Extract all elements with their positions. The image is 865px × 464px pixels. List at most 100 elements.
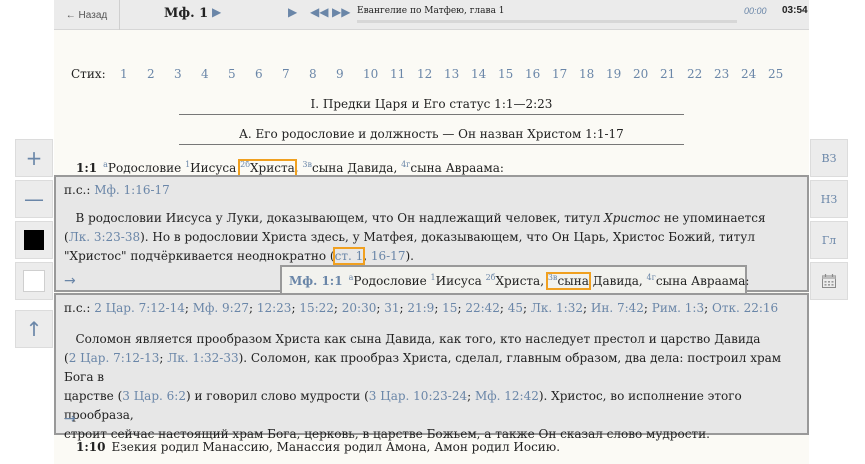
footnote-marker[interactable]: 2б	[486, 273, 496, 282]
reference-link[interactable]: Лк. 1:32-33	[167, 351, 238, 365]
reference-link-highlighted[interactable]: ст. 1	[332, 247, 366, 265]
minus-icon: —	[24, 187, 44, 211]
verse-link-20[interactable]: 20	[633, 67, 648, 81]
old-testament-button[interactable]: ВЗ	[810, 139, 848, 177]
verse-text: Родословие	[353, 274, 431, 288]
section-heading-1: I. Предки Царя и Его статус 1:1—2:23	[179, 97, 684, 115]
verse-text: сына Авраама:	[655, 274, 750, 288]
zoom-in-button[interactable]: +	[15, 139, 53, 177]
text-run: ) и говорил слово мудрости (	[185, 389, 369, 403]
reference-link[interactable]: 45	[508, 301, 523, 315]
chapters-button[interactable]: Гл	[810, 221, 848, 259]
verse-link-18[interactable]: 18	[579, 67, 594, 81]
footnote-marker[interactable]: 3в	[548, 273, 558, 282]
text-run: царстве (	[64, 389, 123, 403]
reference-link[interactable]: Отк. 22:16	[712, 301, 778, 315]
verse-reference[interactable]: Мф. 1:1	[289, 274, 343, 288]
reference-link[interactable]: 3 Цар. 6:2	[122, 389, 186, 403]
verse-link-8[interactable]: 8	[309, 67, 317, 81]
verse-link-21[interactable]: 21	[660, 67, 675, 81]
reference-link[interactable]: Рим. 1:3	[652, 301, 704, 315]
separator: ;	[434, 301, 443, 315]
reference-link[interactable]: Ин. 7:42	[591, 301, 644, 315]
refs-label: п.с.:	[64, 301, 95, 315]
chapter-play-icon[interactable]: ▶	[212, 5, 221, 19]
reference-link[interactable]: 16-17	[371, 249, 406, 263]
reference-link[interactable]: 22:42	[465, 301, 500, 315]
footnote-marker[interactable]: 3в	[302, 160, 312, 169]
reference-link[interactable]: 21:9	[407, 301, 434, 315]
verse-link-25[interactable]: 25	[768, 67, 783, 81]
separator: ;	[499, 301, 508, 315]
reference-link[interactable]: 15	[442, 301, 457, 315]
verse-preview-popup: Мф. 1:1 aРодословие 1Иисуса 2бХриста, 3вс…	[280, 265, 750, 295]
verse-link-19[interactable]: 19	[606, 67, 621, 81]
text-run: ,	[363, 249, 371, 263]
verse-link-4[interactable]: 4	[201, 67, 209, 81]
section-heading-2: A. Его родословие и должность — Он назва…	[179, 127, 684, 145]
verse-link-10[interactable]: 10	[363, 67, 378, 81]
verse-link-24[interactable]: 24	[741, 67, 756, 81]
verse-link-14[interactable]: 14	[471, 67, 486, 81]
verse-link-5[interactable]: 5	[228, 67, 236, 81]
verse-link-3[interactable]: 3	[174, 67, 182, 81]
verse-link-16[interactable]: 16	[525, 67, 540, 81]
back-button[interactable]: ← Назад	[54, 0, 120, 30]
reading-title: Евангелие по Матфею, глава 1	[357, 6, 505, 16]
calendar-button[interactable]	[810, 262, 848, 300]
new-testament-button[interactable]: НЗ	[810, 180, 848, 218]
reference-link[interactable]: Мф. 9:27	[193, 301, 249, 315]
verse-link-12[interactable]: 12	[417, 67, 432, 81]
next-arrow-icon[interactable]: →	[64, 411, 76, 427]
reference-link[interactable]: 31	[384, 301, 399, 315]
verse-link-13[interactable]: 13	[444, 67, 459, 81]
text-run: строит сейчас настоящий храм Бога, церко…	[64, 427, 710, 441]
text-run: В родословии Иисуса у Луки, доказывающем…	[75, 211, 605, 225]
verse-link-15[interactable]: 15	[498, 67, 513, 81]
dark-theme-button[interactable]	[15, 221, 53, 259]
reference-link[interactable]: Лк. 3:23-38	[69, 230, 140, 244]
verse-link-1[interactable]: 1	[120, 67, 128, 81]
next-arrow-icon[interactable]: →	[64, 273, 76, 289]
footnote-marker[interactable]: 4г	[647, 273, 656, 282]
reference-link[interactable]: 2 Цар. 7:12-13	[69, 351, 160, 365]
footnote-marker[interactable]: 4г	[401, 160, 410, 169]
verse-text: Иисуса	[435, 274, 486, 288]
verse-link-11[interactable]: 11	[390, 67, 405, 81]
reference-link[interactable]: Лк. 1:32	[531, 301, 583, 315]
reference-link[interactable]: Мф. 1:16-17	[94, 183, 170, 197]
separator: ;	[333, 301, 342, 315]
verse-link-2[interactable]: 2	[147, 67, 155, 81]
highlighted-word-son[interactable]: 3всына	[545, 272, 591, 290]
player-bar: ← Назад Мф. 1 ▶ ▶ ◀◀ ▶▶ Евангелие по Мат…	[54, 0, 809, 30]
reference-link[interactable]: 12:23	[257, 301, 292, 315]
play-icon[interactable]: ▶	[288, 5, 297, 19]
reference-link[interactable]: 3 Цар. 10:23-24	[369, 389, 467, 403]
reference-link[interactable]: Мф. 12:42	[475, 389, 539, 403]
verse-link-22[interactable]: 22	[687, 67, 702, 81]
scroll-top-button[interactable]: ↑	[15, 310, 53, 348]
verse-link-6[interactable]: 6	[255, 67, 263, 81]
light-theme-button[interactable]	[15, 262, 53, 300]
verse-link-23[interactable]: 23	[714, 67, 729, 81]
verse-link-7[interactable]: 7	[282, 67, 290, 81]
reference-link[interactable]: 2 Цар. 7:12-14	[94, 301, 185, 315]
reference-link[interactable]: 15:22	[299, 301, 334, 315]
elapsed-time: 00:00	[744, 6, 767, 16]
verse-link-17[interactable]: 17	[552, 67, 567, 81]
highlighted-word-christ[interactable]: 2бХриста	[238, 159, 297, 177]
fast-forward-icon[interactable]: ▶▶	[332, 5, 350, 19]
reference-link[interactable]: 20:30	[342, 301, 377, 315]
footnote-marker[interactable]: 2б	[240, 160, 250, 169]
verse-text: Христа,	[495, 274, 548, 288]
verse-text: сына Давида,	[312, 161, 402, 175]
refs-label: п.с.:	[64, 183, 95, 197]
audio-progress-bar[interactable]	[357, 20, 737, 23]
text-line: строит сейчас настоящий храм Бога, церко…	[64, 425, 804, 444]
rewind-icon[interactable]: ◀◀	[310, 5, 328, 19]
verse-text: сына Авраама:	[410, 161, 504, 175]
text-run: Соломон является прообразом Христа как с…	[75, 332, 761, 346]
zoom-out-button[interactable]: —	[15, 180, 53, 218]
verse-link-9[interactable]: 9	[336, 67, 344, 81]
verse-preview-line: Мф. 1:1 aРодословие 1Иисуса 2бХриста, 3вс…	[289, 272, 750, 290]
